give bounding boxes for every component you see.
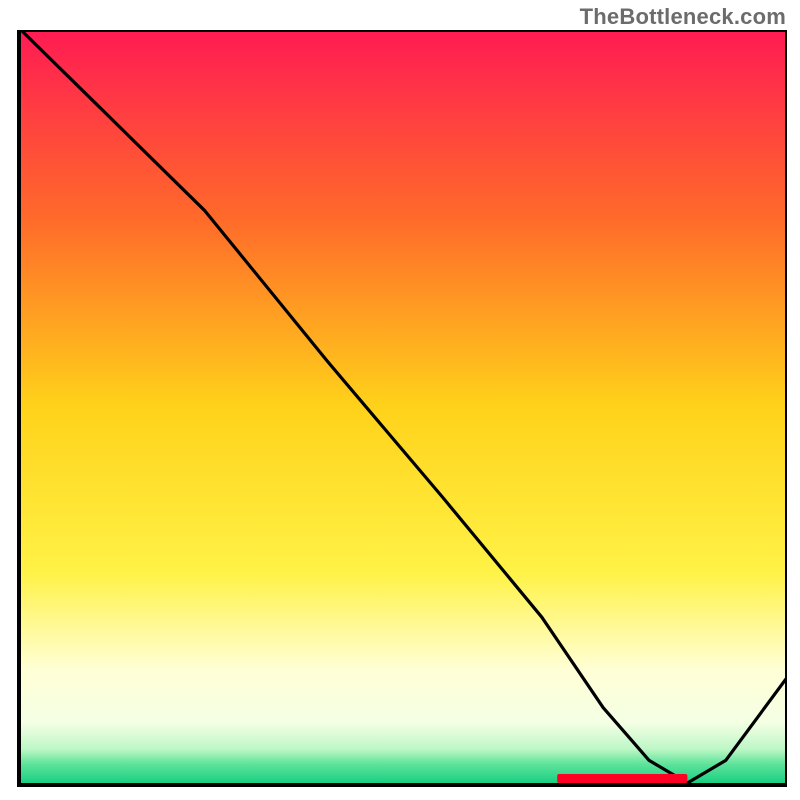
- plot-area: [17, 30, 787, 787]
- plot-svg: [21, 30, 787, 783]
- optimal-range-marker: [557, 774, 687, 783]
- watermark-text: TheBottleneck.com: [580, 4, 786, 30]
- chart-stage: TheBottleneck.com: [0, 0, 800, 800]
